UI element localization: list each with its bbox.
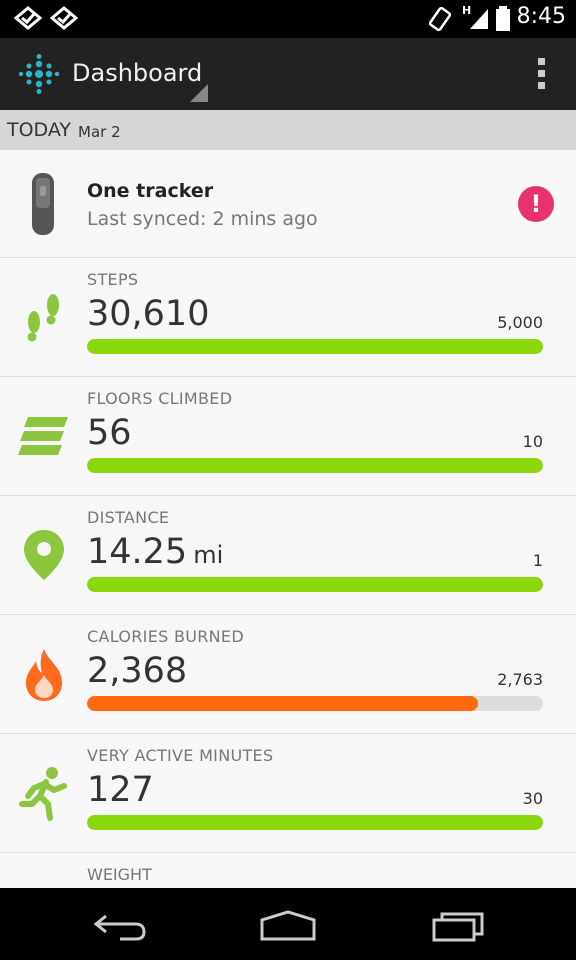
stat-label: VERY ACTIVE MINUTES <box>87 746 274 765</box>
footsteps-icon <box>27 294 59 342</box>
progress-fill <box>87 696 478 711</box>
stairs-icon <box>18 417 68 455</box>
today-label: TODAY <box>7 119 71 141</box>
stat-row-steps[interactable]: STEPS 30,610 5,000 <box>0 258 576 377</box>
navigation-bar <box>0 888 576 960</box>
progress-bar <box>87 339 543 354</box>
battery-icon <box>496 6 510 31</box>
fitbit-logo-icon[interactable] <box>18 53 60 95</box>
dropdown-indicator-icon[interactable] <box>190 84 208 102</box>
stat-goal: 1 <box>532 551 543 570</box>
stat-unit: mi <box>193 541 224 569</box>
stat-value: 30,610 <box>87 294 209 334</box>
tracker-device-icon <box>32 173 54 235</box>
progress-fill <box>87 339 543 354</box>
progress-fill <box>87 815 543 830</box>
date-label: Mar 2 <box>78 123 121 141</box>
action-bar: Dashboard <box>0 38 576 110</box>
stat-row-floors[interactable]: FLOORS CLIMBED 56 10 <box>0 377 576 496</box>
stat-value: 56 <box>87 413 132 453</box>
progress-fill <box>87 577 543 592</box>
stat-row-distance[interactable]: DISTANCE 14.25 mi 1 <box>0 496 576 615</box>
notification-check-icon <box>14 6 42 30</box>
running-person-icon <box>19 767 67 821</box>
stat-goal: 5,000 <box>497 313 543 332</box>
progress-bar <box>87 815 543 830</box>
progress-bar <box>87 577 543 592</box>
stat-value-number: 14.25 <box>87 532 188 572</box>
overflow-menu-icon[interactable] <box>538 58 546 94</box>
last-synced-text: Last synced: 2 mins ago <box>87 208 318 230</box>
date-header: TODAY Mar 2 <box>0 110 576 150</box>
stat-value-number: 56 <box>87 413 132 453</box>
flame-icon <box>26 649 62 701</box>
stat-goal: 30 <box>522 789 543 808</box>
stat-label: CALORIES BURNED <box>87 627 244 646</box>
stat-value: 127 <box>87 770 154 810</box>
notification-check-icon <box>50 6 78 30</box>
stat-value-number: 127 <box>87 770 154 810</box>
status-bar: H 8:45 <box>0 0 576 38</box>
progress-fill <box>87 458 543 473</box>
progress-bar <box>87 458 543 473</box>
stat-row-active-minutes[interactable]: VERY ACTIVE MINUTES 127 30 <box>0 734 576 853</box>
signal-icon <box>470 9 488 29</box>
vibrate-icon <box>428 6 452 32</box>
stat-value: 2,368 <box>87 651 187 691</box>
stat-goal: 2,763 <box>497 670 543 689</box>
stat-goal: 10 <box>522 432 543 451</box>
stat-label: STEPS <box>87 270 139 289</box>
stat-label: DISTANCE <box>87 508 170 527</box>
stat-value-number: 2,368 <box>87 651 188 691</box>
back-icon[interactable] <box>92 910 148 942</box>
recent-apps-icon[interactable] <box>430 910 486 942</box>
stat-value-number: 30,610 <box>87 294 210 334</box>
stat-value: 14.25 mi <box>87 532 223 572</box>
alert-icon[interactable]: ! <box>518 186 554 222</box>
dashboard-list[interactable]: One tracker Last synced: 2 mins ago ! ST… <box>0 150 576 888</box>
home-icon[interactable] <box>258 910 318 942</box>
progress-bar <box>87 696 543 711</box>
map-pin-icon <box>24 530 64 580</box>
page-title[interactable]: Dashboard <box>72 59 202 87</box>
tracker-row[interactable]: One tracker Last synced: 2 mins ago ! <box>0 150 576 258</box>
stat-row-weight[interactable]: WEIGHT <box>0 853 576 888</box>
status-time: 8:45 <box>516 4 566 29</box>
stat-label: FLOORS CLIMBED <box>87 389 233 408</box>
stat-row-calories[interactable]: CALORIES BURNED 2,368 2,763 <box>0 615 576 734</box>
stat-label: WEIGHT <box>87 865 152 884</box>
tracker-name: One tracker <box>87 180 214 202</box>
